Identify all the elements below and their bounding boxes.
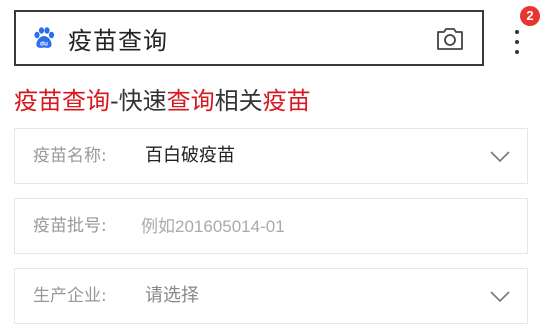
search-query-text[interactable]: 疫苗查询 xyxy=(68,21,168,56)
camera-icon[interactable] xyxy=(434,25,466,53)
title-text-1: -快速 xyxy=(110,87,167,115)
title-keyword-1: 疫苗查询 xyxy=(14,87,110,115)
vaccine-name-label: 疫苗名称: xyxy=(33,146,107,166)
more-dot-icon xyxy=(515,50,519,54)
manufacturer-select[interactable]: 生产企业: 请选择 xyxy=(14,268,528,324)
manufacturer-value: 请选择 xyxy=(145,285,199,306)
more-menu-button[interactable] xyxy=(505,22,529,62)
more-dot-icon xyxy=(515,30,519,34)
result-title[interactable]: 疫苗查询-快速查询相关疫苗 xyxy=(14,84,311,118)
batch-number-label: 疫苗批号: xyxy=(33,216,107,236)
svg-text:du: du xyxy=(40,41,48,48)
manufacturer-label: 生产企业: xyxy=(33,286,107,306)
baidu-paw-icon: du xyxy=(32,26,56,50)
vaccine-name-value: 百白破疫苗 xyxy=(145,145,235,166)
chevron-down-icon xyxy=(489,146,511,166)
title-keyword-2: 查询 xyxy=(166,87,215,115)
title-keyword-3: 疫苗 xyxy=(262,87,311,115)
batch-number-row: 疫苗批号: xyxy=(14,198,528,254)
batch-number-input[interactable] xyxy=(139,211,513,243)
title-text-2: 相关 xyxy=(214,87,263,115)
page: du 疫苗查询 2 疫苗查询-快速查询相关疫苗 疫苗名称: 百白破疫苗 疫苗批号… xyxy=(0,0,550,330)
chevron-down-icon xyxy=(489,286,511,306)
search-bar[interactable]: du 疫苗查询 xyxy=(14,10,484,66)
notification-badge: 2 xyxy=(520,6,540,26)
more-dot-icon xyxy=(515,40,519,44)
vaccine-name-select[interactable]: 疫苗名称: 百白破疫苗 xyxy=(14,128,528,184)
